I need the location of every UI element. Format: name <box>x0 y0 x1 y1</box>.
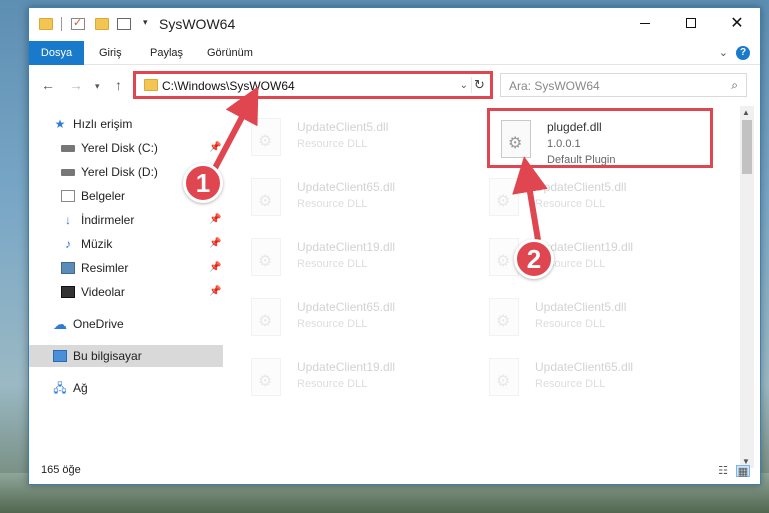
annotation-arrows <box>210 86 548 241</box>
arrow-step1 <box>211 86 259 172</box>
step-badge-1: 1 <box>183 163 223 203</box>
step-badge-2: 2 <box>514 239 554 279</box>
